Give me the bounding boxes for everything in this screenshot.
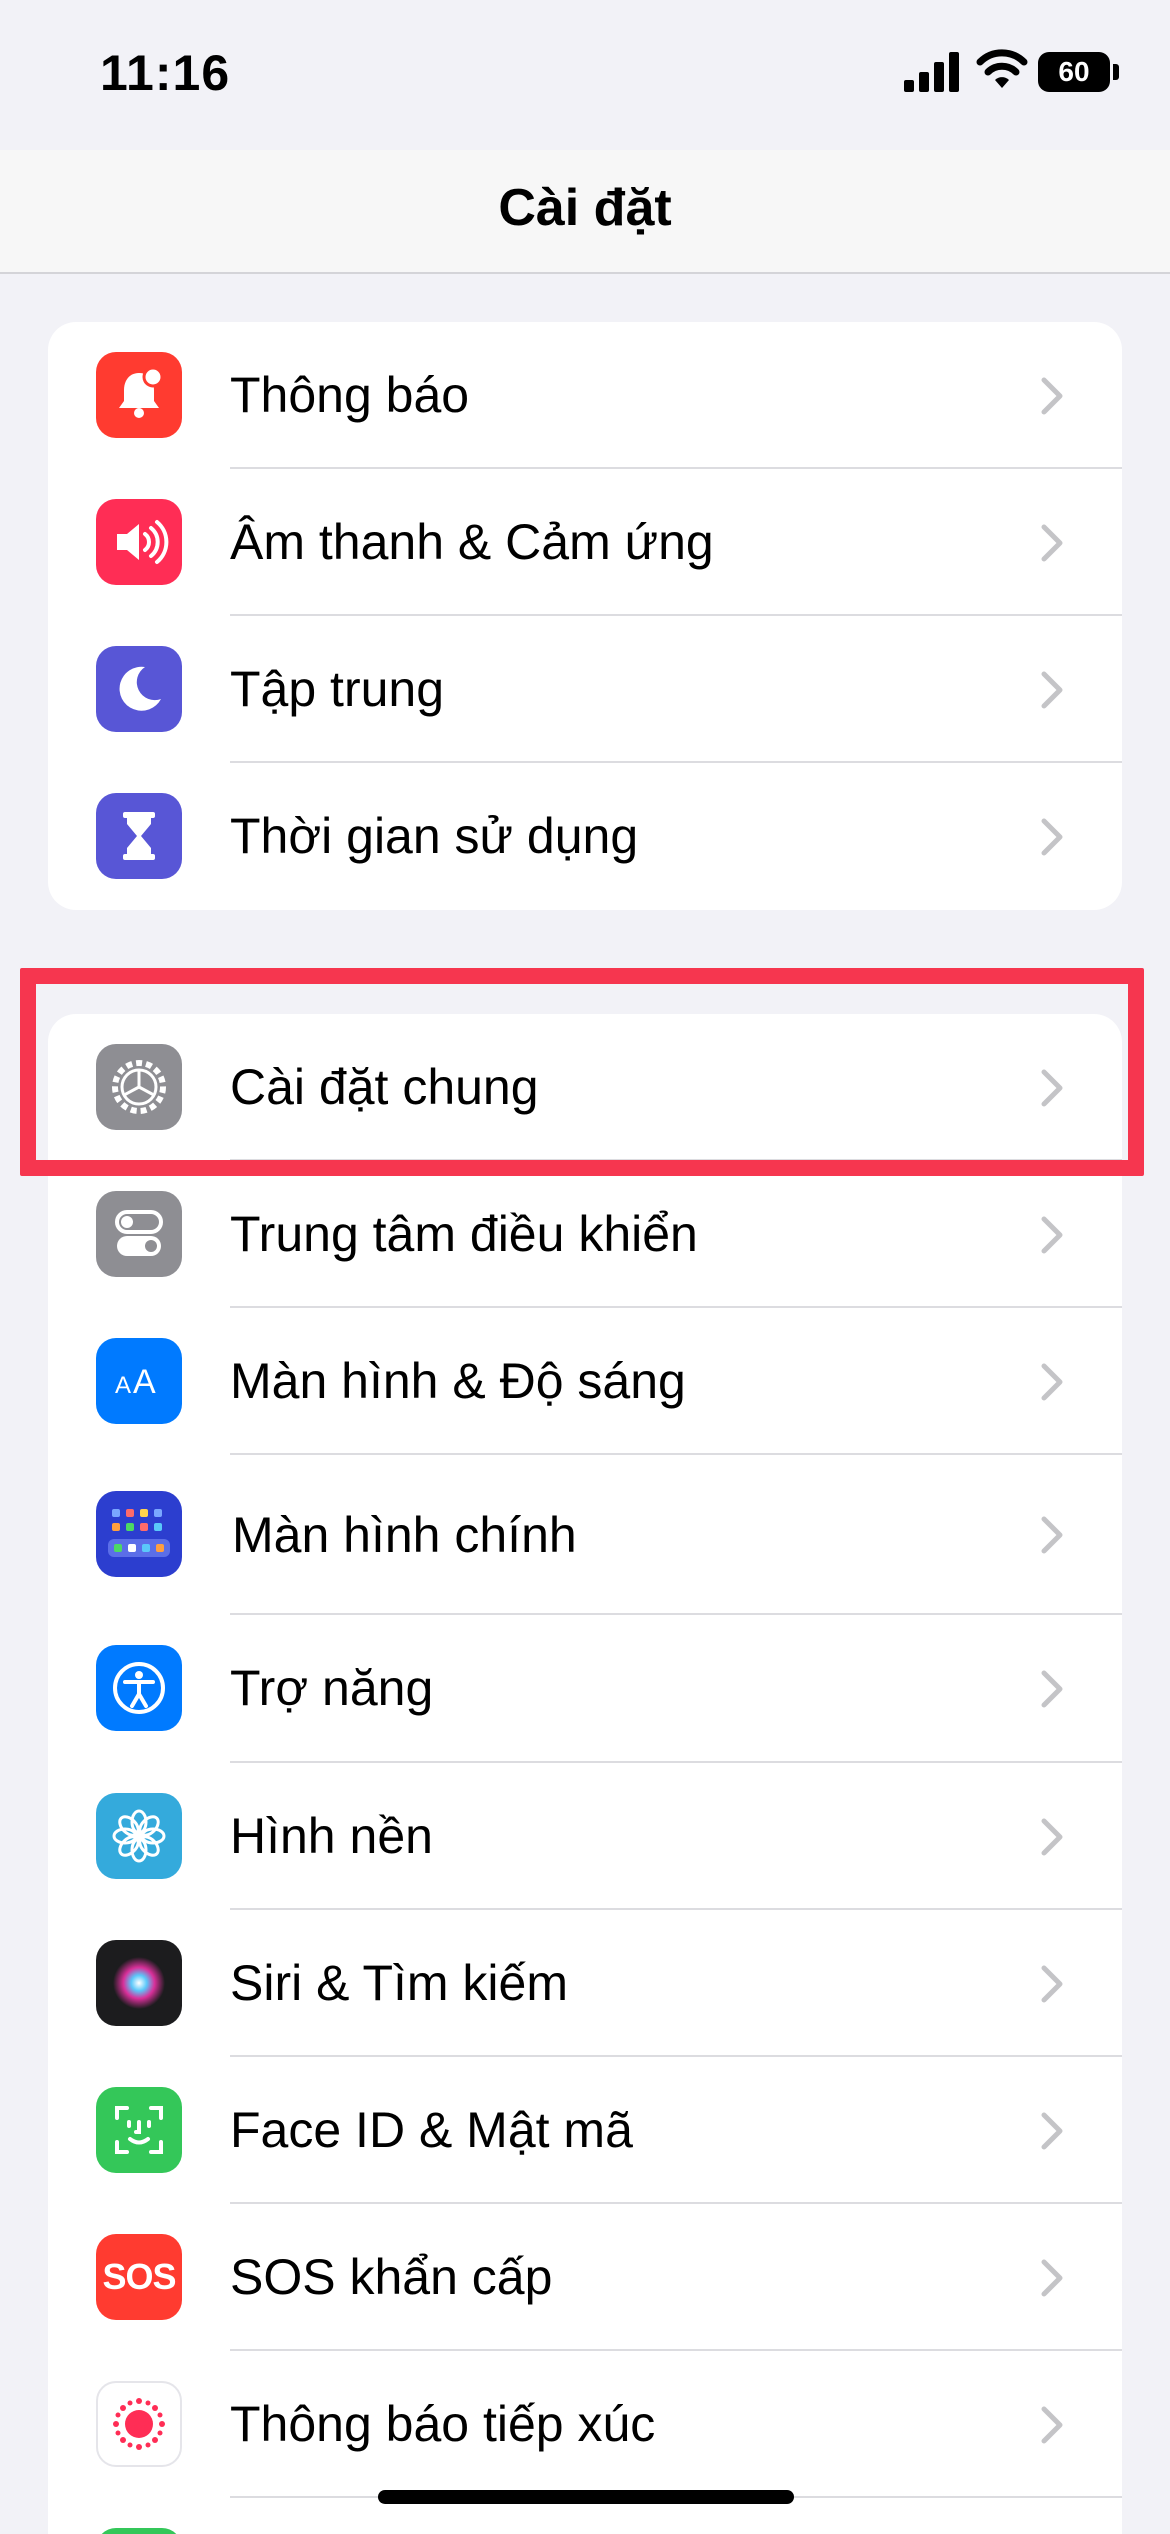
- settings-row-sounds[interactable]: Âm thanh & Cảm ứng: [48, 469, 1122, 616]
- settings-row-label: Màn hình & Độ sáng: [230, 1353, 686, 1409]
- battery-indicator: 60: [1038, 52, 1110, 92]
- exposure-notifications-icon: [96, 2381, 182, 2467]
- chevron-right-icon: [1041, 1670, 1063, 1708]
- settings-row-screen-time[interactable]: Thời gian sử dụng: [48, 763, 1122, 910]
- chevron-right-icon: [1041, 818, 1063, 856]
- settings-row-label: Trung tâm điều khiển: [230, 1206, 698, 1262]
- chevron-right-icon: [1041, 524, 1063, 562]
- settings-row-label: Thông báo tiếp xúc: [230, 2396, 656, 2452]
- settings-group-2: Cài đặt chung Trung tâm điều khiển A A M…: [48, 1014, 1122, 2534]
- settings-group-1: Thông báo Âm thanh & Cảm ứng Tập trung T…: [48, 322, 1122, 910]
- page-title: Cài đặt: [498, 179, 672, 237]
- settings-row-control-center[interactable]: Trung tâm điều khiển: [48, 1161, 1122, 1308]
- settings-row-label: Trợ năng: [230, 1660, 434, 1716]
- settings-row-label: Thông báo: [230, 367, 470, 423]
- chevron-right-icon: [1041, 671, 1063, 709]
- chevron-right-icon: [1041, 1965, 1063, 2003]
- partial-app-icon: [96, 2528, 182, 2534]
- display-brightness-icon: A A: [96, 1338, 182, 1424]
- hourglass-icon: [96, 793, 182, 879]
- chevron-right-icon: [1041, 2112, 1063, 2150]
- wallpaper-flower-icon: [96, 1793, 182, 1879]
- settings-row-emergency-sos[interactable]: SOS SOS khẩn cấp: [48, 2204, 1122, 2351]
- settings-row-label: Face ID & Mật mã: [230, 2102, 633, 2158]
- chevron-right-icon: [1041, 1516, 1063, 1554]
- face-id-icon: [96, 2087, 182, 2173]
- home-screen-icon: [96, 1491, 182, 1577]
- wifi-icon: [976, 49, 1028, 88]
- status-time: 11:16: [100, 45, 231, 101]
- accessibility-icon: [96, 1645, 182, 1731]
- cellular-signal-icon: [904, 52, 959, 92]
- chevron-right-icon: [1041, 1363, 1063, 1401]
- settings-row-label: Hình nền: [230, 1808, 433, 1864]
- home-indicator: [378, 2490, 794, 2504]
- settings-row-label: SOS khẩn cấp: [230, 2249, 553, 2305]
- siri-icon: [96, 1940, 182, 2026]
- notifications-icon: [96, 352, 182, 438]
- settings-row-home-screen[interactable]: Màn hình chính: [48, 1455, 1122, 1615]
- control-center-icon: [96, 1191, 182, 1277]
- battery-cap: [1113, 64, 1119, 80]
- settings-row-accessibility[interactable]: Trợ năng: [48, 1615, 1122, 1763]
- chevron-right-icon: [1041, 377, 1063, 415]
- svg-text:A: A: [115, 1372, 131, 1399]
- chevron-right-icon: [1041, 2259, 1063, 2297]
- settings-row-label: Thời gian sử dụng: [230, 808, 639, 864]
- chevron-right-icon: [1041, 1216, 1063, 1254]
- settings-row-focus[interactable]: Tập trung: [48, 616, 1122, 763]
- settings-row-notifications[interactable]: Thông báo: [48, 322, 1122, 469]
- settings-row-display[interactable]: A A Màn hình & Độ sáng: [48, 1308, 1122, 1455]
- settings-row-label: Màn hình chính: [232, 1507, 577, 1563]
- status-bar: 11:16 60: [0, 0, 1170, 150]
- sos-icon-text: SOS: [102, 2256, 176, 2297]
- chevron-right-icon: [1041, 1818, 1063, 1856]
- settings-row-label: Siri & Tìm kiếm: [230, 1955, 568, 2011]
- settings-row-face-id[interactable]: Face ID & Mật mã: [48, 2057, 1122, 2204]
- chevron-right-icon: [1041, 2406, 1063, 2444]
- sounds-icon: [96, 499, 182, 585]
- focus-moon-icon: [96, 646, 182, 732]
- settings-row-exposure-notifications[interactable]: Thông báo tiếp xúc: [48, 2351, 1122, 2498]
- settings-row-wallpaper[interactable]: Hình nền: [48, 1763, 1122, 1910]
- settings-row-siri[interactable]: Siri & Tìm kiếm: [48, 1910, 1122, 2057]
- settings-row-label: Tập trung: [230, 661, 445, 717]
- sos-icon: SOS: [96, 2234, 182, 2320]
- settings-row-label: Âm thanh & Cảm ứng: [230, 514, 714, 570]
- svg-text:A: A: [133, 1363, 156, 1401]
- highlight-box: [20, 968, 1144, 1176]
- navigation-bar: Cài đặt: [0, 150, 1170, 274]
